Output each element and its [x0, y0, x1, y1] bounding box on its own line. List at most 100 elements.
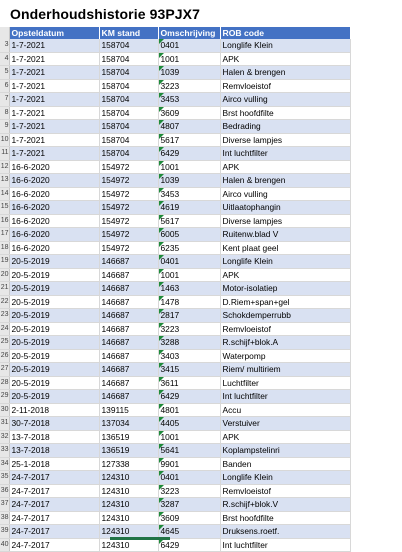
- cell-km-stand[interactable]: 124310: [99, 511, 159, 525]
- cell-km-stand[interactable]: 146687: [99, 254, 159, 269]
- cell-km-stand[interactable]: 158704: [99, 106, 159, 120]
- cell-omschrijving[interactable]: 3609: [158, 511, 221, 525]
- cell-rob-code[interactable]: Motor-isolatiep: [220, 281, 351, 296]
- cell-omschrijving[interactable]: 1001: [158, 268, 221, 282]
- cell-km-stand[interactable]: 146687: [99, 281, 159, 296]
- cell-rob-code[interactable]: Longlife Klein: [220, 254, 351, 269]
- row-number[interactable]: 39: [0, 524, 10, 539]
- cell-rob-code[interactable]: Airco vulling: [220, 187, 351, 201]
- cell-opsteldatum[interactable]: 24-7-2017: [9, 470, 100, 485]
- cell-omschrijving[interactable]: 3611: [158, 376, 221, 390]
- cell-rob-code[interactable]: Diverse lampjes: [220, 214, 351, 228]
- cell-opsteldatum[interactable]: 20-5-2019: [9, 254, 100, 269]
- cell-opsteldatum[interactable]: 24-7-2017: [9, 524, 100, 539]
- cell-omschrijving[interactable]: 3223: [158, 79, 221, 93]
- cell-rob-code[interactable]: Banden: [220, 457, 351, 471]
- cell-opsteldatum[interactable]: 24-7-2017: [9, 484, 100, 498]
- cell-rob-code[interactable]: APK: [220, 430, 351, 444]
- row-number[interactable]: 26: [0, 349, 10, 363]
- row-number[interactable]: 23: [0, 308, 10, 323]
- cell-rob-code[interactable]: R.schijf+blok.A: [220, 335, 351, 350]
- row-number[interactable]: 20: [0, 268, 10, 282]
- cell-km-stand[interactable]: 158704: [99, 52, 159, 66]
- cell-omschrijving[interactable]: 3609: [158, 106, 221, 120]
- cell-rob-code[interactable]: Remvloeistof: [220, 322, 351, 336]
- cell-opsteldatum[interactable]: 20-5-2019: [9, 362, 100, 377]
- cell-rob-code[interactable]: APK: [220, 52, 351, 66]
- row-number[interactable]: 40: [0, 538, 10, 552]
- row-number[interactable]: 9: [0, 119, 10, 134]
- cell-rob-code[interactable]: Brst hoofdfilte: [220, 511, 351, 525]
- cell-omschrijving[interactable]: 1039: [158, 65, 221, 80]
- cell-opsteldatum[interactable]: 20-5-2019: [9, 389, 100, 404]
- cell-omschrijving[interactable]: 6429: [158, 389, 221, 404]
- row-number[interactable]: 32: [0, 430, 10, 444]
- cell-km-stand[interactable]: 124310: [99, 497, 159, 512]
- cell-rob-code[interactable]: D.Riem+span+gel: [220, 295, 351, 309]
- cell-rob-code[interactable]: Ruitenw.blad V: [220, 227, 351, 242]
- cell-km-stand[interactable]: 124310: [99, 524, 159, 539]
- cell-rob-code[interactable]: Longlife Klein: [220, 39, 351, 53]
- row-number[interactable]: 16: [0, 214, 10, 228]
- cell-km-stand[interactable]: 154972: [99, 160, 159, 174]
- row-number[interactable]: 29: [0, 389, 10, 404]
- cell-rob-code[interactable]: Uitlaatophangin: [220, 200, 351, 215]
- cell-opsteldatum[interactable]: 2-11-2018: [9, 403, 100, 417]
- row-number[interactable]: 25: [0, 335, 10, 350]
- cell-km-stand[interactable]: 124310: [99, 484, 159, 498]
- cell-rob-code[interactable]: Koplampstelinri: [220, 443, 351, 458]
- row-number[interactable]: 35: [0, 470, 10, 485]
- row-number[interactable]: 5: [0, 65, 10, 80]
- cell-km-stand[interactable]: 136519: [99, 430, 159, 444]
- cell-opsteldatum[interactable]: 24-7-2017: [9, 497, 100, 512]
- cell-opsteldatum[interactable]: 1-7-2021: [9, 39, 100, 53]
- cell-omschrijving[interactable]: 2817: [158, 308, 221, 323]
- cell-opsteldatum[interactable]: 13-7-2018: [9, 430, 100, 444]
- row-number[interactable]: 14: [0, 187, 10, 201]
- cell-rob-code[interactable]: Halen & brengen: [220, 173, 351, 188]
- cell-opsteldatum[interactable]: 24-7-2017: [9, 538, 100, 552]
- cell-rob-code[interactable]: Waterpomp: [220, 349, 351, 363]
- row-number[interactable]: 4: [0, 52, 10, 66]
- cell-omschrijving[interactable]: 3288: [158, 335, 221, 350]
- cell-km-stand[interactable]: 154972: [99, 227, 159, 242]
- cell-km-stand[interactable]: 136519: [99, 443, 159, 458]
- cell-opsteldatum[interactable]: 1-7-2021: [9, 133, 100, 147]
- cell-rob-code[interactable]: Remvloeistof: [220, 484, 351, 498]
- cell-omschrijving[interactable]: 4619: [158, 200, 221, 215]
- cell-omschrijving[interactable]: 6429: [158, 146, 221, 161]
- row-number[interactable]: 38: [0, 511, 10, 525]
- cell-omschrijving[interactable]: 5617: [158, 214, 221, 228]
- cell-omschrijving[interactable]: 6235: [158, 241, 221, 255]
- row-header-corner[interactable]: [0, 27, 10, 39]
- row-number[interactable]: 21: [0, 281, 10, 296]
- row-number[interactable]: 17: [0, 227, 10, 242]
- cell-rob-code[interactable]: Longlife Klein: [220, 470, 351, 485]
- cell-opsteldatum[interactable]: 25-1-2018: [9, 457, 100, 471]
- cell-omschrijving[interactable]: 6005: [158, 227, 221, 242]
- header-omschrijving[interactable]: Omschrijving: [158, 27, 221, 39]
- cell-rob-code[interactable]: APK: [220, 268, 351, 282]
- cell-opsteldatum[interactable]: 16-6-2020: [9, 214, 100, 228]
- cell-km-stand[interactable]: 137034: [99, 416, 159, 431]
- cell-km-stand[interactable]: 154972: [99, 214, 159, 228]
- row-number[interactable]: 15: [0, 200, 10, 215]
- cell-opsteldatum[interactable]: 16-6-2020: [9, 173, 100, 188]
- cell-km-stand[interactable]: 154972: [99, 173, 159, 188]
- cell-omschrijving[interactable]: 3453: [158, 92, 221, 107]
- cell-omschrijving[interactable]: 3223: [158, 322, 221, 336]
- cell-omschrijving[interactable]: 1001: [158, 430, 221, 444]
- cell-rob-code[interactable]: Diverse lampjes: [220, 133, 351, 147]
- cell-opsteldatum[interactable]: 13-7-2018: [9, 443, 100, 458]
- cell-rob-code[interactable]: Halen & brengen: [220, 65, 351, 80]
- cell-omschrijving[interactable]: 4405: [158, 416, 221, 431]
- row-number[interactable]: 3: [0, 39, 10, 53]
- header-km-stand[interactable]: KM stand: [99, 27, 159, 39]
- cell-km-stand[interactable]: 146687: [99, 308, 159, 323]
- cell-omschrijving[interactable]: 4645: [158, 524, 221, 539]
- cell-omschrijving[interactable]: 1039: [158, 173, 221, 188]
- cell-km-stand[interactable]: 146687: [99, 322, 159, 336]
- cell-omschrijving[interactable]: 3287: [158, 497, 221, 512]
- row-number[interactable]: 18: [0, 241, 10, 255]
- cell-opsteldatum[interactable]: 20-5-2019: [9, 335, 100, 350]
